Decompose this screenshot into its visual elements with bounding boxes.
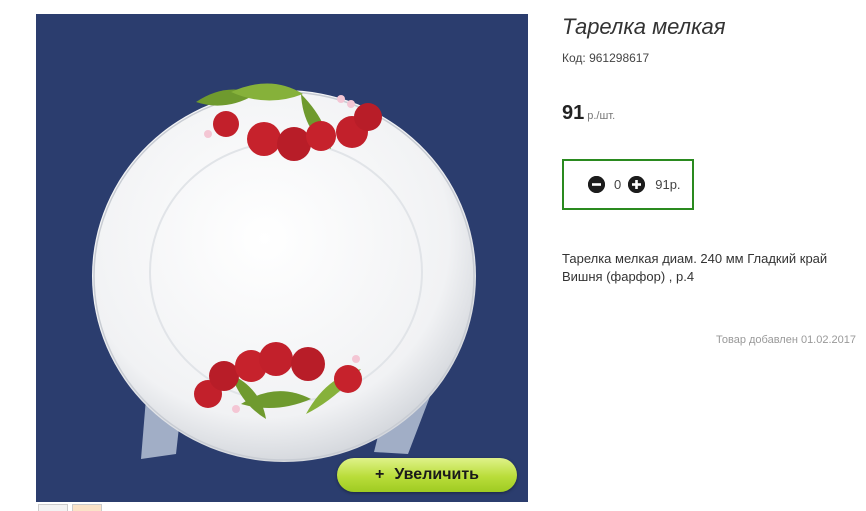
price: 91 р./шт. bbox=[562, 102, 615, 125]
product-description: Тарелка мелкая диам. 240 мм Гладкий край… bbox=[562, 251, 828, 284]
quantity-value: 0 bbox=[614, 177, 622, 192]
zoom-button[interactable]: + Увеличить bbox=[337, 458, 517, 492]
plus-icon: + bbox=[374, 466, 385, 483]
product-image[interactable]: + Увеличить bbox=[36, 14, 528, 502]
added-date: Товар добавлен 01.02.2017 bbox=[716, 334, 857, 346]
plate-illustration bbox=[92, 83, 476, 462]
zoom-label: Увеличить bbox=[394, 466, 479, 483]
price-value: 91 bbox=[562, 102, 585, 124]
price-unit: р./шт. bbox=[587, 110, 616, 122]
quantity-stepper: 0 91р. bbox=[562, 159, 694, 210]
plus-circle-icon[interactable] bbox=[628, 176, 646, 193]
minus-circle-icon[interactable] bbox=[588, 176, 605, 193]
thumbnail-strip bbox=[36, 504, 116, 511]
quantity-total: 91р. bbox=[655, 177, 681, 192]
product-title: Тарелка мелкая bbox=[562, 14, 726, 39]
product-code: Код: 961298617 bbox=[562, 51, 650, 65]
